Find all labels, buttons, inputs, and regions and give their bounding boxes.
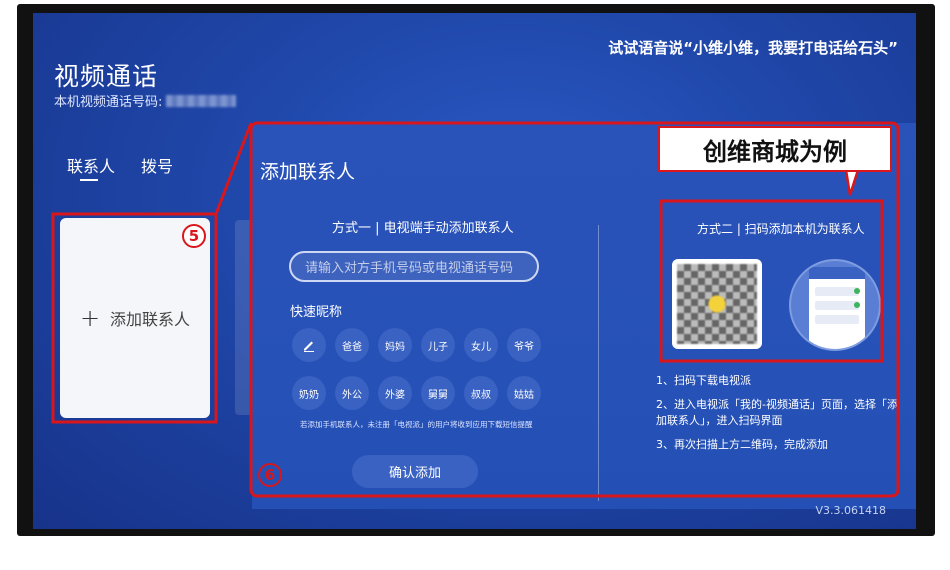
phone-status-dot [854, 302, 860, 308]
nickname-chip[interactable]: 叔叔 [464, 376, 498, 410]
page-title: 视频通话 [54, 62, 159, 91]
nickname-grid: 爸爸 妈妈 儿子 女儿 爷爷 奶奶 外公 外婆 舅舅 叔叔 姑姑 [292, 328, 542, 410]
local-number-label: 本机视频通话号码: [54, 95, 163, 110]
nickname-chip[interactable]: 外婆 [378, 376, 412, 410]
contact-card-partial[interactable] [235, 220, 253, 415]
tab-contacts[interactable]: 联系人 [67, 153, 115, 181]
version-label: V3.3.061418 [815, 504, 886, 517]
phone-header [809, 267, 865, 279]
method-divider [598, 225, 599, 501]
tv-screen: 视频通话 本机视频通话号码: 试试语音说“小维小维，我要打电话给石头” 联系人 … [33, 13, 916, 529]
local-number: 本机视频通话号码: [54, 91, 237, 110]
method1-title: 方式一 | 电视端手动添加联系人 [332, 221, 514, 236]
nickname-chip[interactable]: 爷爷 [507, 328, 541, 362]
qr-code [672, 259, 762, 349]
step-badge-5: 5 [182, 224, 206, 248]
annotation-banner: 创维商城为例 [658, 126, 892, 172]
phone-screen [809, 267, 865, 349]
phone-row [815, 315, 859, 324]
nickname-chip[interactable]: 外公 [335, 376, 369, 410]
nickname-chip[interactable]: 奶奶 [292, 376, 326, 410]
step-badge-6: 6 [258, 463, 282, 487]
phone-number-input[interactable]: 请输入对方手机号码或电视通话号码 [289, 251, 539, 282]
scan-steps: 1、扫码下载电视派 2、进入电视派「我的-视频通话」页面，选择「添加联系人」，进… [656, 373, 906, 461]
nickname-chip[interactable]: 女儿 [464, 328, 498, 362]
phone-app-illustration [789, 259, 881, 351]
qr-code-image [677, 264, 757, 344]
voice-tip: 试试语音说“小维小维，我要打电话给石头” [608, 39, 898, 57]
input-placeholder: 请输入对方手机号码或电视通话号码 [305, 261, 514, 276]
tab-bar: 联系人 拨号 [67, 153, 173, 181]
sms-note: 若添加手机联系人，未注册「电视派」的用户将收到应用下载短信提醒 [300, 420, 533, 429]
edit-nickname-button[interactable] [292, 328, 326, 362]
nickname-chip[interactable]: 爸爸 [335, 328, 369, 362]
add-contact-card[interactable]: + 添加联系人 [60, 218, 210, 418]
method2-title: 方式二 | 扫码添加本机为联系人 [697, 222, 865, 236]
step-item: 1、扫码下载电视派 [656, 374, 751, 387]
add-contact-label: 添加联系人 [110, 310, 191, 329]
panel-title: 添加联系人 [260, 161, 356, 183]
phone-status-dot [854, 288, 860, 294]
quick-nickname-label: 快速昵称 [290, 305, 343, 320]
tab-dial[interactable]: 拨号 [141, 153, 173, 177]
pencil-icon [304, 341, 314, 352]
nickname-chip[interactable]: 舅舅 [421, 376, 455, 410]
nickname-chip[interactable]: 妈妈 [378, 328, 412, 362]
nickname-chip[interactable]: 姑姑 [507, 376, 541, 410]
phone-row [815, 301, 859, 310]
add-contact-panel: 添加联系人 方式一 | 电视端手动添加联系人 请输入对方手机号码或电视通话号码 … [252, 123, 916, 509]
confirm-add-button[interactable]: 确认添加 [352, 455, 478, 488]
step-item: 2、进入电视派「我的-视频通话」页面，选择「添加联系人」，进入扫码界面 [656, 398, 898, 427]
plus-icon: + [79, 304, 101, 332]
nickname-chip[interactable]: 儿子 [421, 328, 455, 362]
phone-row [815, 287, 859, 296]
step-item: 3、再次扫描上方二维码，完成添加 [656, 438, 828, 451]
blurred-number [166, 94, 237, 107]
